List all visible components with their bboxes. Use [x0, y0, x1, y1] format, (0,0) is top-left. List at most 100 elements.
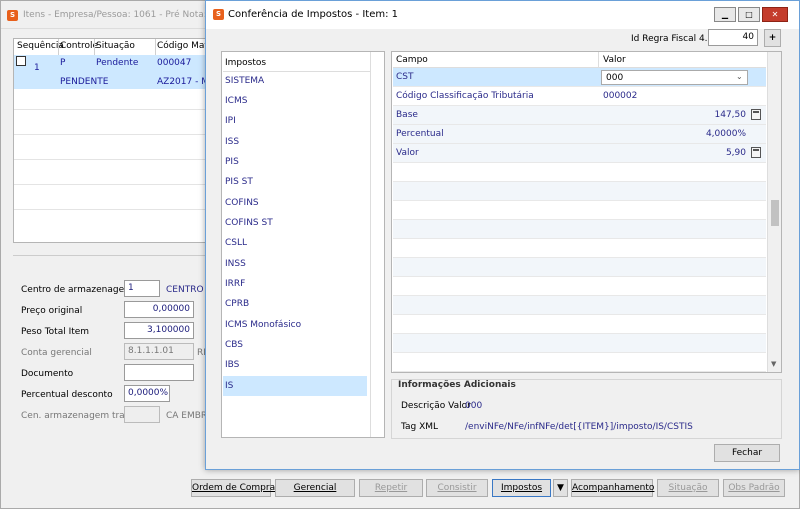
- maximize-icon: □: [745, 10, 753, 19]
- col-header-situacao[interactable]: Situação: [96, 41, 135, 51]
- col-separator: [155, 39, 156, 55]
- tax-item-sistema[interactable]: SISTEMA: [223, 71, 367, 91]
- preco-input[interactable]: 0,00000: [124, 301, 194, 318]
- tax-item-inss[interactable]: INSS: [223, 254, 367, 274]
- impostos-button[interactable]: Impostos: [492, 479, 551, 497]
- desconto-input[interactable]: 0,0000%: [124, 385, 170, 402]
- grid-line: [14, 134, 214, 135]
- field-value-base: 147,50: [714, 110, 747, 120]
- empty-row: [393, 277, 766, 296]
- col-separator: [58, 39, 59, 55]
- field-row-valor[interactable]: Valor 5,90: [393, 144, 766, 163]
- field-name-base: Base: [396, 110, 418, 120]
- col-header-controle[interactable]: Controle: [60, 41, 98, 51]
- tax-item-ibs[interactable]: IBS: [223, 355, 367, 375]
- acompanhamento-button[interactable]: Acompanhamento: [571, 479, 654, 497]
- obs-padrao-button[interactable]: Obs Padrão: [723, 479, 785, 497]
- tag-xml-label: Tag XML: [401, 422, 439, 432]
- tax-item-csll[interactable]: CSLL: [223, 233, 367, 253]
- tax-item-pis-st[interactable]: PIS ST: [223, 172, 367, 192]
- empty-row: [393, 220, 766, 239]
- tax-list[interactable]: Impostos SISTEMA ICMS IPI ISS PIS PIS ST…: [221, 51, 385, 438]
- grid-line: [14, 184, 214, 185]
- app-icon: S: [7, 10, 18, 21]
- minimize-button[interactable]: ▁: [714, 7, 736, 22]
- empty-row: [393, 258, 766, 277]
- field-name-percentual: Percentual: [396, 129, 444, 139]
- documento-input[interactable]: [124, 364, 194, 381]
- items-grid[interactable]: Sequência Controle Situação Código Mater…: [13, 38, 220, 243]
- tax-item-cofins-st[interactable]: COFINS ST: [223, 213, 367, 233]
- cst-select-value: 000: [606, 73, 624, 83]
- consistir-button[interactable]: Consistir: [426, 479, 488, 497]
- cst-select[interactable]: 000 ⌄: [601, 70, 748, 85]
- field-row-cst[interactable]: CST 000 ⌄: [393, 68, 766, 87]
- minimize-icon: ▁: [721, 10, 729, 19]
- table-row[interactable]: 1 P Pendente 000047 PENDENTE AZ2017 - MA…: [14, 55, 220, 89]
- peso-input[interactable]: 3,100000: [124, 322, 194, 339]
- desconto-label: Percentual desconto: [21, 390, 113, 400]
- tax-list-header-label: Impostos: [225, 58, 267, 68]
- empty-row: [393, 182, 766, 201]
- conta-input[interactable]: 8.1.1.1.01: [124, 343, 194, 360]
- grid-line: [14, 109, 214, 110]
- calculator-icon[interactable]: [751, 147, 761, 158]
- maximize-button[interactable]: □: [738, 7, 760, 22]
- col-separator: [598, 52, 599, 68]
- chevron-down-icon: ⌄: [736, 72, 743, 81]
- field-name-valor: Valor: [396, 148, 419, 158]
- fields-scrollbar[interactable]: ▼: [767, 52, 781, 372]
- tax-conference-dialog: S Conferência de Impostos - Item: 1 ▁ □ …: [205, 0, 800, 470]
- gerencial-button[interactable]: Gerencial: [275, 479, 355, 497]
- tax-item-cofins[interactable]: COFINS: [223, 193, 367, 213]
- ordem-compra-button[interactable]: Ordem de Compra: [191, 479, 275, 497]
- repetir-button[interactable]: Repetir: [359, 479, 423, 497]
- field-name-cst: CST: [396, 72, 414, 82]
- scroll-down-icon[interactable]: ▼: [771, 360, 776, 368]
- tax-item-iss[interactable]: ISS: [223, 132, 367, 152]
- close-button[interactable]: ✕: [762, 7, 788, 22]
- add-regra-button[interactable]: +: [764, 29, 781, 47]
- grid-line: [14, 159, 214, 160]
- tax-item-cbs[interactable]: CBS: [223, 335, 367, 355]
- dialog-titlebar: S Conferência de Impostos - Item: 1 ▁ □ …: [206, 1, 799, 29]
- additional-info-title: Informações Adicionais: [398, 380, 516, 390]
- field-value-percentual: 4,0000%: [705, 129, 746, 139]
- preco-label: Preço original: [21, 306, 83, 316]
- field-name-cclass: Código Classificação Tributária: [396, 91, 534, 101]
- regra-fiscal-input[interactable]: 40: [708, 29, 758, 46]
- field-row-base[interactable]: Base 147,50: [393, 106, 766, 125]
- empty-row: [393, 315, 766, 334]
- cell-situacao: Pendente: [96, 58, 139, 68]
- tax-item-irrf[interactable]: IRRF: [223, 274, 367, 294]
- additional-info-panel: Informações Adicionais Descrição Valor 0…: [391, 379, 782, 439]
- row-checkbox[interactable]: [16, 56, 26, 66]
- tax-item-icms-monofasico[interactable]: ICMS Monofásico: [223, 315, 367, 335]
- scrollbar-thumb[interactable]: [771, 200, 779, 226]
- conta-label: Conta gerencial: [21, 348, 92, 358]
- cell-sequencia: 1: [34, 63, 40, 73]
- tax-item-is[interactable]: IS: [223, 376, 367, 396]
- cell-controle: P: [60, 58, 66, 68]
- fechar-button[interactable]: Fechar: [714, 444, 780, 462]
- col-header-sequencia[interactable]: Sequência: [17, 41, 64, 51]
- tax-fields-grid[interactable]: Campo Valor CST 000 ⌄ Código Classificaç…: [391, 51, 782, 373]
- tax-item-pis[interactable]: PIS: [223, 152, 367, 172]
- calculator-icon[interactable]: [751, 109, 761, 120]
- dialog-title: Conferência de Impostos - Item: 1: [228, 9, 399, 20]
- centro-input[interactable]: 1: [124, 280, 160, 297]
- field-row-cclass[interactable]: Código Classificação Tributária 000002: [393, 87, 766, 106]
- tax-item-icms[interactable]: ICMS: [223, 91, 367, 111]
- cen-transf-label: Cen. armazenagem transf: [21, 411, 139, 421]
- impostos-dropdown-button[interactable]: ▼: [553, 479, 568, 497]
- situacao-button[interactable]: Situação: [657, 479, 719, 497]
- regra-fiscal-label: Id Regra Fiscal 4.0: [631, 34, 714, 44]
- field-value-cclass: 000002: [603, 91, 638, 101]
- tax-item-cprb[interactable]: CPRB: [223, 294, 367, 314]
- fields-header: Campo Valor: [393, 52, 766, 68]
- descricao-valor: 000: [465, 401, 483, 411]
- field-row-percentual[interactable]: Percentual 4,0000%: [393, 125, 766, 144]
- centro-label: Centro de armazenagem: [21, 285, 133, 295]
- cen-transf-input[interactable]: [124, 406, 160, 423]
- tax-item-ipi[interactable]: IPI: [223, 111, 367, 131]
